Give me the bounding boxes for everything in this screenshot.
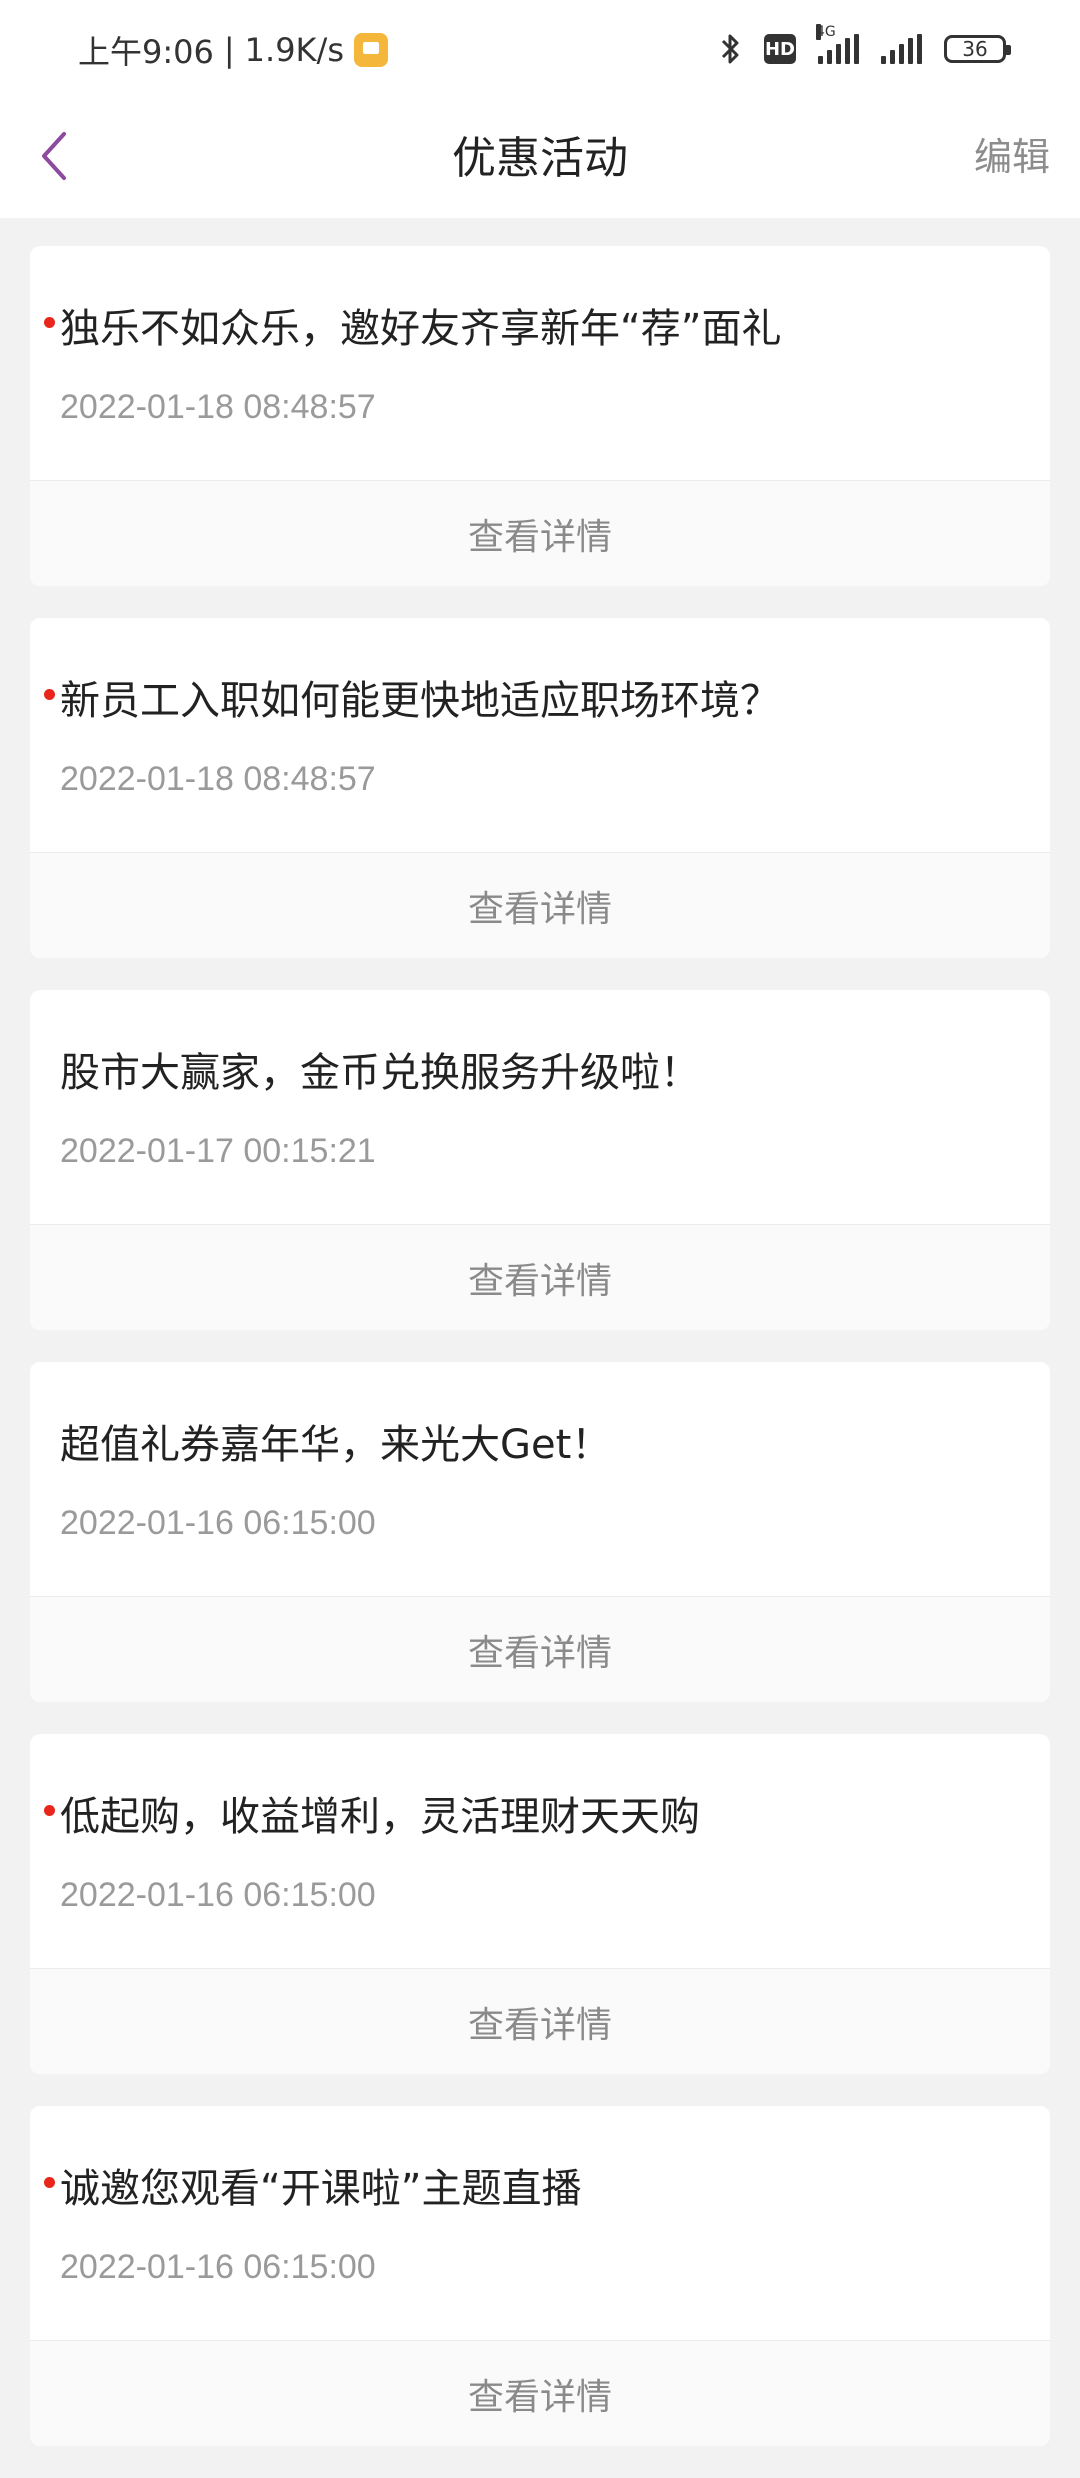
card-title: 股市大赢家，金币兑换服务升级啦！ bbox=[60, 1050, 700, 1096]
status-separator: | bbox=[223, 31, 235, 69]
view-details-button[interactable]: 查看详情 bbox=[30, 1597, 1050, 1702]
card-title: 低起购，收益增利，灵活理财天天购 bbox=[60, 1794, 700, 1840]
card-time: 2022-01-16 06:15:00 bbox=[60, 1504, 376, 1542]
status-net-speed: 1.9K/s bbox=[244, 31, 344, 69]
view-details-button[interactable]: 查看详情 bbox=[30, 481, 1050, 586]
card-body[interactable]: 诚邀您观看“开课啦”主题直播 2022-01-16 06:15:00 bbox=[30, 2106, 1050, 2341]
card-title: 超值礼券嘉年华，来光大Get！ bbox=[60, 1422, 612, 1468]
battery-icon: 36 bbox=[944, 35, 1011, 63]
bluetooth-icon bbox=[720, 32, 742, 66]
unread-dot bbox=[44, 2177, 55, 2188]
signal-strength-icon bbox=[881, 34, 922, 64]
card-time: 2022-01-16 06:15:00 bbox=[60, 2248, 376, 2286]
promotion-card: 独乐不如众乐，邀好友齐享新年“荐”面礼 2022-01-18 08:48:57 … bbox=[30, 246, 1050, 586]
hd-voice-badge: HD bbox=[764, 34, 796, 64]
network-type-label: 4G bbox=[816, 24, 836, 40]
promotion-card: 诚邀您观看“开课啦”主题直播 2022-01-16 06:15:00 查看详情 bbox=[30, 2106, 1050, 2446]
battery-level: 36 bbox=[962, 37, 988, 61]
card-time: 2022-01-18 08:48:57 bbox=[60, 760, 376, 798]
card-time: 2022-01-16 06:15:00 bbox=[60, 1876, 376, 1914]
promotion-card: 超值礼券嘉年华，来光大Get！ 2022-01-16 06:15:00 查看详情 bbox=[30, 1362, 1050, 1702]
card-body[interactable]: 低起购，收益增利，灵活理财天天购 2022-01-16 06:15:00 bbox=[30, 1734, 1050, 1969]
unread-dot bbox=[44, 317, 55, 328]
card-time: 2022-01-18 08:48:57 bbox=[60, 388, 376, 426]
card-title: 独乐不如众乐，邀好友齐享新年“荐”面礼 bbox=[60, 306, 782, 352]
card-body[interactable]: 新员工入职如何能更快地适应职场环境？ 2022-01-18 08:48:57 bbox=[30, 618, 1050, 853]
card-title: 新员工入职如何能更快地适应职场环境？ bbox=[60, 678, 780, 724]
card-body[interactable]: 超值礼券嘉年华，来光大Get！ 2022-01-16 06:15:00 bbox=[30, 1362, 1050, 1597]
status-time: 上午9:06 bbox=[78, 33, 214, 71]
edit-button[interactable]: 编辑 bbox=[974, 126, 1050, 181]
unread-dot bbox=[44, 689, 55, 700]
message-notification-icon bbox=[353, 33, 388, 67]
card-time: 2022-01-17 00:15:21 bbox=[60, 1132, 376, 1170]
view-details-button[interactable]: 查看详情 bbox=[30, 1225, 1050, 1330]
card-body[interactable]: 股市大赢家，金币兑换服务升级啦！ 2022-01-17 00:15:21 bbox=[30, 990, 1050, 1225]
status-right: HD 4G 36 bbox=[720, 24, 1011, 72]
promotion-card: 低起购，收益增利，灵活理财天天购 2022-01-16 06:15:00 查看详… bbox=[30, 1734, 1050, 2074]
view-details-button[interactable]: 查看详情 bbox=[30, 1969, 1050, 2074]
status-bar: 上午9:06 | 1.9K/s HD 4G 36 bbox=[0, 0, 1080, 96]
status-left: 上午9:06 | 1.9K/s bbox=[78, 28, 388, 72]
promotion-card: 新员工入职如何能更快地适应职场环境？ 2022-01-18 08:48:57 查… bbox=[30, 618, 1050, 958]
view-details-button[interactable]: 查看详情 bbox=[30, 853, 1050, 958]
unread-dot bbox=[44, 1805, 55, 1816]
promotion-card: 股市大赢家，金币兑换服务升级啦！ 2022-01-17 00:15:21 查看详… bbox=[30, 990, 1050, 1330]
signal-4g-icon: 4G bbox=[816, 24, 859, 64]
promotion-list: 独乐不如众乐，邀好友齐享新年“荐”面礼 2022-01-18 08:48:57 … bbox=[30, 246, 1050, 2478]
page-title: 优惠活动 bbox=[452, 133, 628, 184]
view-details-button[interactable]: 查看详情 bbox=[30, 2341, 1050, 2446]
app-header: 优惠活动 编辑 bbox=[0, 96, 1080, 218]
card-body[interactable]: 独乐不如众乐，邀好友齐享新年“荐”面礼 2022-01-18 08:48:57 bbox=[30, 246, 1050, 481]
card-title: 诚邀您观看“开课啦”主题直播 bbox=[60, 2166, 582, 2212]
